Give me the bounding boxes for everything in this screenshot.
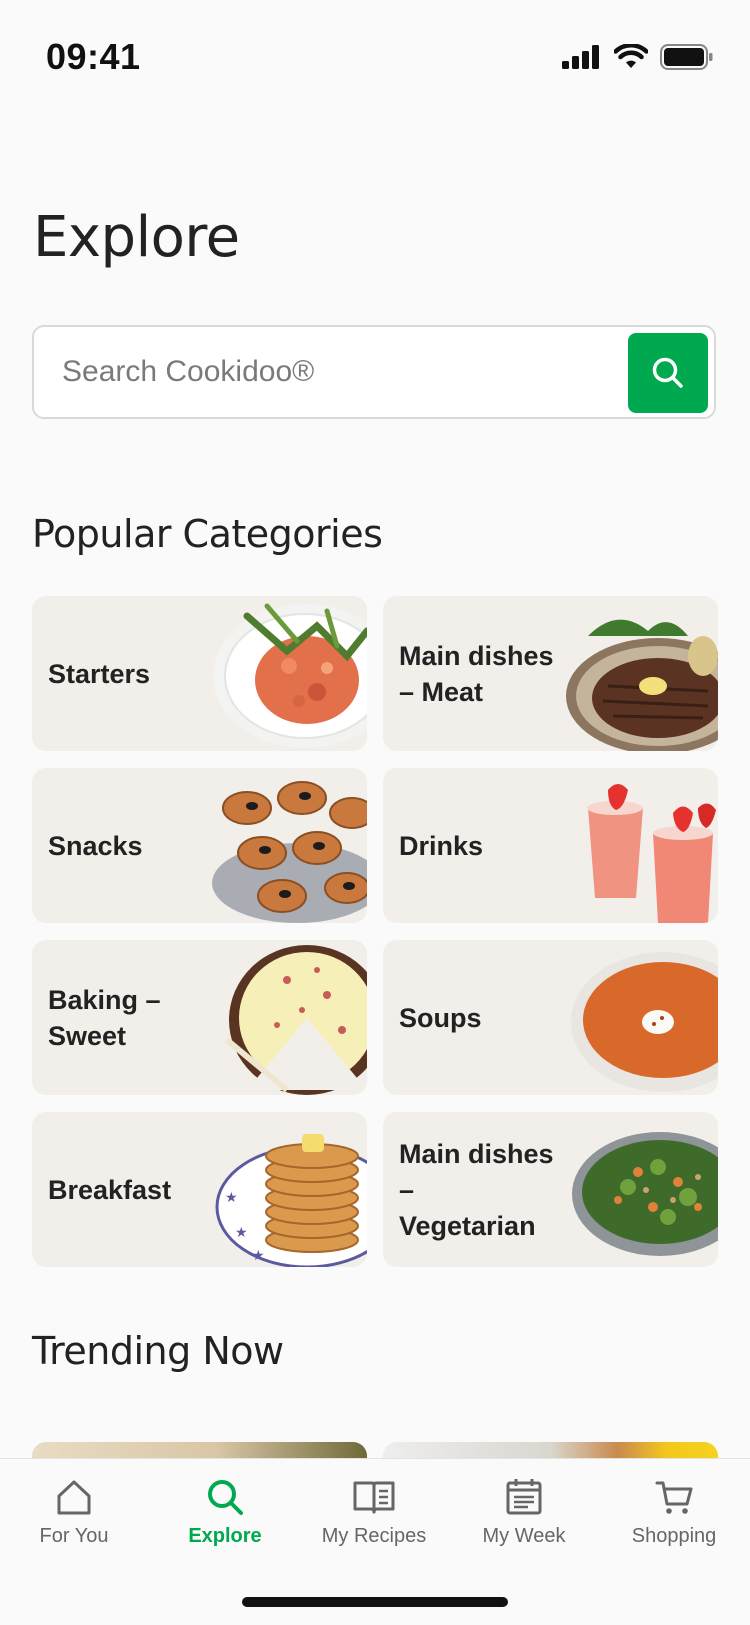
search-icon (208, 1480, 243, 1515)
battery-icon (660, 44, 713, 70)
book-icon (353, 1481, 395, 1514)
category-label: Baking – Sweet (48, 984, 161, 1051)
category-label: Breakfast (48, 1174, 172, 1205)
tab-label: My Week (482, 1525, 566, 1547)
category-label: Snacks (48, 830, 143, 861)
category-label: Drinks (399, 830, 484, 861)
tab-shopping[interactable]: Shopping (604, 1477, 744, 1548)
tab-label: My Recipes (321, 1525, 427, 1547)
wifi-icon (614, 44, 648, 68)
search-input[interactable] (62, 349, 622, 395)
page-title: Explore (33, 205, 240, 270)
home-indicator (242, 1597, 508, 1607)
cart-icon (655, 1481, 693, 1514)
tab-for-you[interactable]: For You (4, 1477, 144, 1548)
category-card-snacks[interactable]: Snacks (32, 768, 367, 923)
category-card-main-dishes-vegetarian[interactable]: Main dishes – Vegetarian (383, 1112, 718, 1267)
bruschetta-image (212, 781, 367, 923)
category-card-baking-sweet[interactable]: Baking – Sweet (32, 940, 367, 1095)
grilled-steak-image (566, 619, 718, 751)
tab-label: Explore (188, 1525, 262, 1547)
category-card-drinks[interactable]: Drinks (383, 768, 718, 923)
trending-now-heading: Trending Now (32, 1329, 284, 1373)
status-icons (562, 44, 714, 70)
tab-explore[interactable]: Explore (155, 1477, 295, 1548)
category-card-soups[interactable]: Soups (383, 940, 718, 1095)
category-card-breakfast[interactable]: Breakfast ★ ★ ★ (32, 1112, 367, 1267)
tab-label: For You (39, 1525, 109, 1547)
cheesecake-image (225, 945, 367, 1095)
salmon-tartare-image (213, 603, 367, 748)
tab-my-recipes[interactable]: My Recipes (304, 1477, 444, 1548)
category-card-starters[interactable]: Starters (32, 596, 367, 751)
pancake-stack-image: ★★★ (215, 1134, 367, 1267)
home-icon (57, 1480, 91, 1515)
categories-grid: Starters Main dishes – Meat Snacks Drink… (32, 596, 718, 1267)
category-label: Starters (48, 658, 151, 689)
category-label: Main dishes – Vegetarian (399, 1138, 554, 1241)
search-bar (32, 325, 716, 419)
svg-text:★: ★ (235, 1225, 248, 1241)
status-time: 09:41 (46, 36, 141, 77)
category-label: Main dishes – Meat (399, 640, 554, 707)
search-button[interactable] (628, 333, 708, 413)
cellular-signal-icon (562, 45, 599, 69)
tab-label: Shopping (631, 1525, 717, 1547)
svg-text:★: ★ (252, 1248, 265, 1264)
category-card-main-dishes-meat[interactable]: Main dishes – Meat (383, 596, 718, 751)
popular-categories-heading: Popular Categories (32, 512, 383, 556)
vegetable-salad-image (572, 1132, 718, 1256)
status-bar: 09:41 (0, 0, 750, 120)
search-icon (652, 357, 683, 388)
tab-my-week[interactable]: My Week (454, 1477, 594, 1548)
svg-text:★: ★ (225, 1190, 238, 1206)
category-label: Soups (399, 1002, 482, 1033)
calendar-icon (506, 1479, 542, 1515)
strawberry-drinks-image (587, 784, 716, 923)
tomato-soup-image (571, 952, 718, 1092)
